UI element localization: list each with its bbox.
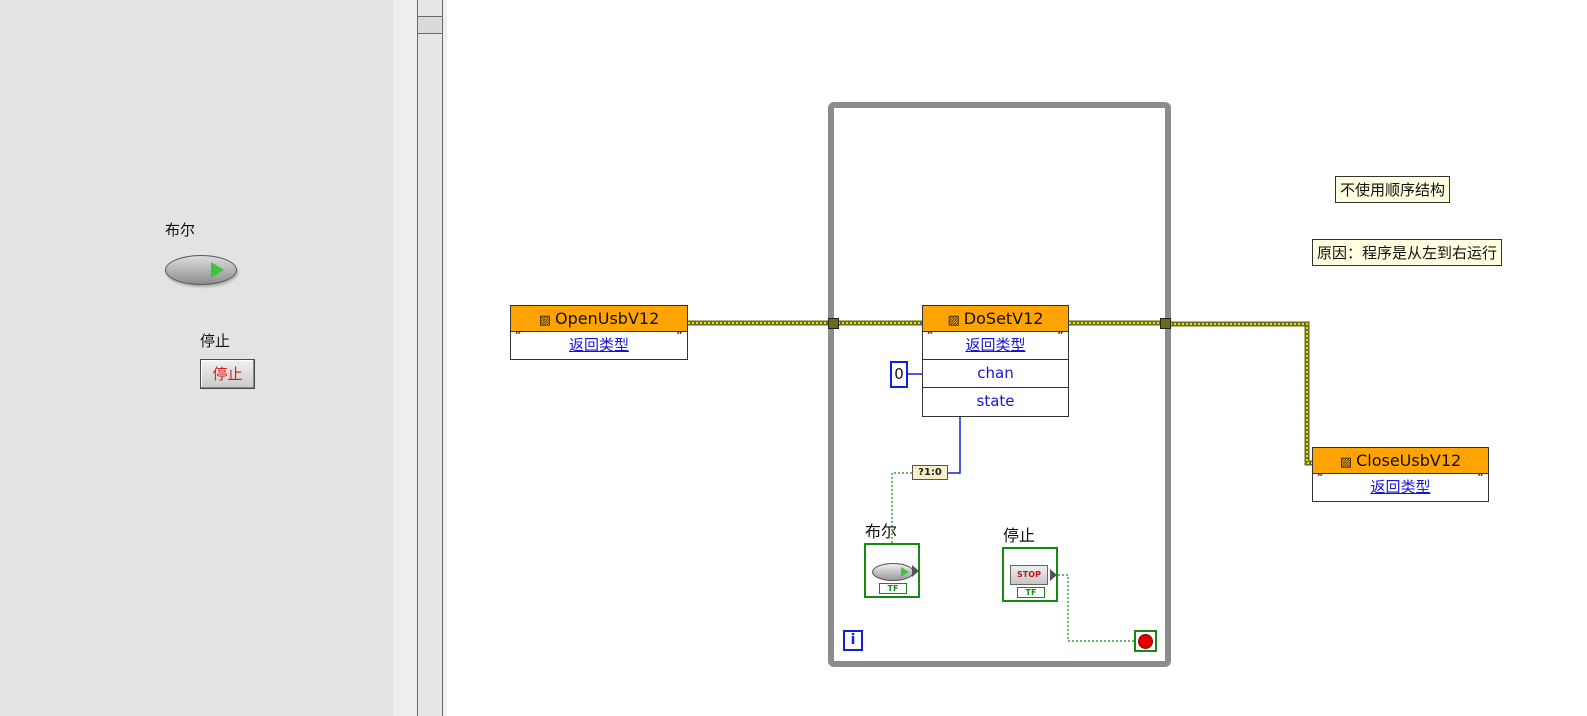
connector-icon: „ — [1317, 467, 1324, 478]
loop-tunnel-left[interactable] — [828, 318, 839, 329]
open-usb-node[interactable]: „ ▨ OpenUsbV12 „ 返回类型 — [510, 305, 688, 360]
open-usb-header: „ ▨ OpenUsbV12 „ — [511, 306, 687, 336]
doset-title: DoSetV12 — [963, 309, 1044, 328]
doset-header: „ ▨ DoSetV12 „ — [923, 306, 1068, 336]
boolean-terminal[interactable]: TF — [864, 543, 920, 598]
numeric-constant[interactable]: 0 — [890, 361, 908, 388]
output-arrow-icon — [1050, 569, 1057, 581]
open-usb-output[interactable]: 返回类型 — [511, 332, 687, 360]
close-usb-title: CloseUsbV12 — [1356, 451, 1462, 470]
library-icon: ▨ — [1339, 455, 1353, 470]
library-icon: ▨ — [947, 313, 960, 328]
connector-icon: „ — [1477, 467, 1484, 478]
library-icon: ▨ — [538, 313, 552, 328]
boolean-led-icon — [872, 563, 914, 581]
output-arrow-icon — [912, 565, 919, 577]
close-usb-output[interactable]: 返回类型 — [1313, 474, 1488, 502]
doset-state[interactable]: state — [923, 388, 1068, 416]
loop-stop-condition[interactable] — [1134, 630, 1157, 652]
stop-terminal[interactable]: STOP TF — [1002, 547, 1058, 602]
terminal-type-badge: TF — [879, 583, 907, 594]
close-usb-node[interactable]: „ ▨ CloseUsbV12 „ 返回类型 — [1312, 447, 1489, 502]
loop-tunnel-right[interactable] — [1160, 318, 1171, 329]
close-usb-header: „ ▨ CloseUsbV12 „ — [1313, 448, 1488, 478]
loop-iteration-terminal[interactable]: i — [843, 630, 863, 651]
doset-chan[interactable]: chan — [923, 360, 1068, 388]
stop-terminal-label: 停止 — [1003, 526, 1036, 545]
bool-to-number-node[interactable]: ?1:0 — [912, 465, 948, 480]
boolean-terminal-label: 布尔 — [865, 522, 898, 541]
wire-layer — [688, 320, 1313, 642]
doset-node[interactable]: „ ▨ DoSetV12 „ 返回类型 chan state — [922, 305, 1069, 417]
error-wire[interactable] — [1170, 321, 1313, 466]
comment-reason[interactable]: 原因：程序是从左到右运行 — [1312, 239, 1503, 266]
connector-icon: „ — [1057, 325, 1064, 336]
stop-sign-icon — [1139, 635, 1152, 648]
terminal-type-badge: TF — [1017, 587, 1045, 598]
stop-button-icon: STOP — [1010, 565, 1048, 585]
connector-icon: „ — [676, 325, 683, 336]
comment-no-sequence[interactable]: 不使用顺序结构 — [1335, 176, 1451, 203]
doset-return-type[interactable]: 返回类型 — [923, 332, 1068, 360]
connector-icon: „ — [927, 325, 934, 336]
connector-icon: „ — [515, 325, 522, 336]
open-usb-title: OpenUsbV12 — [555, 309, 660, 328]
